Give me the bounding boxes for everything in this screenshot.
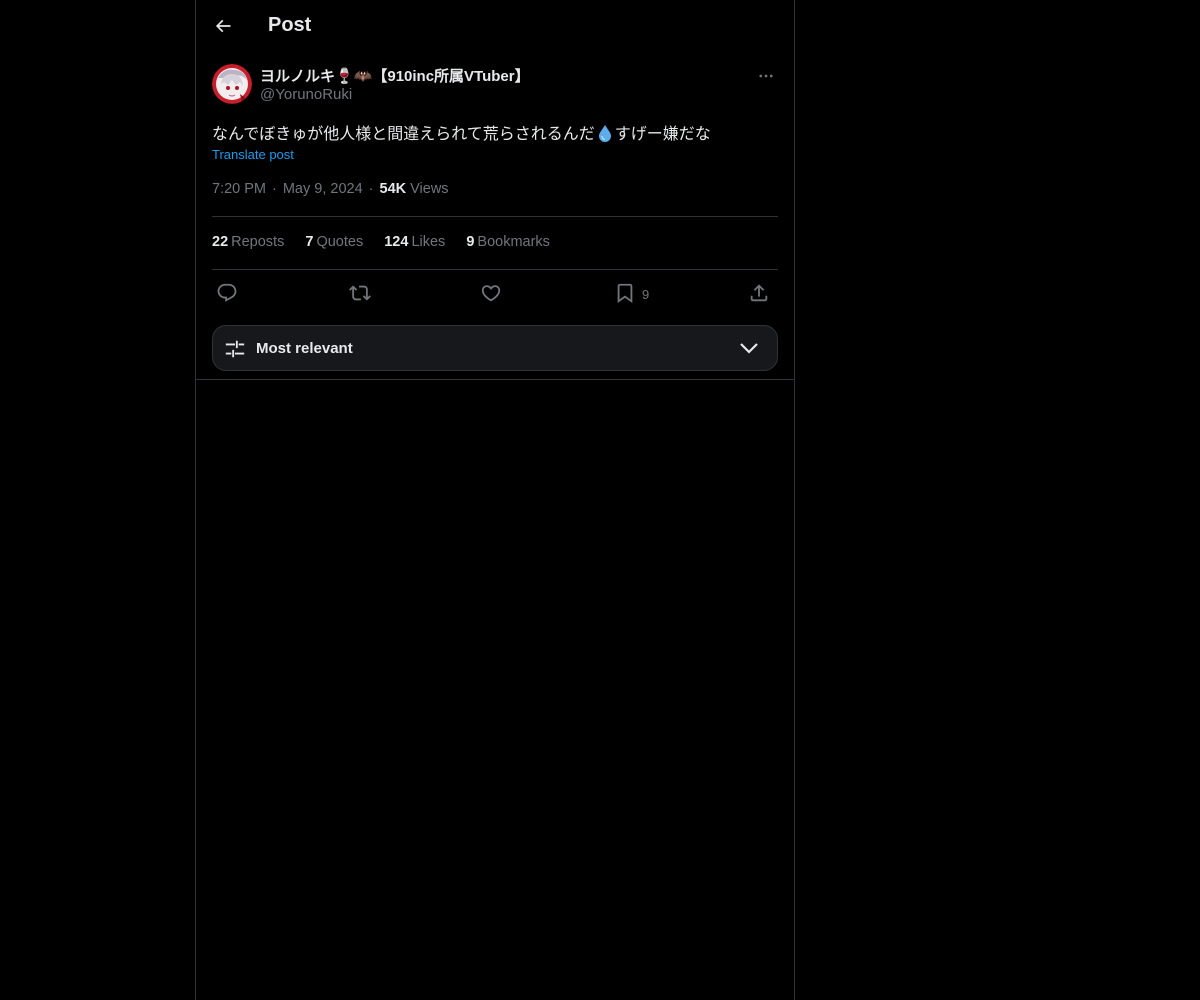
- droplet-icon: [598, 125, 611, 142]
- chevron-down-icon: [740, 343, 758, 354]
- reposts-stat[interactable]: 22 Reposts: [212, 234, 284, 250]
- page-title: Post: [268, 14, 312, 36]
- more-horizontal-icon: [759, 74, 773, 78]
- quotes-stat[interactable]: 7 Quotes: [305, 234, 363, 250]
- primary-column: Post ヨルノルキ🍷🦇【910inc所属VTuber】 @YorunoRuki: [195, 0, 795, 1000]
- like-button[interactable]: [480, 280, 502, 306]
- reply-button[interactable]: [216, 280, 238, 306]
- sort-label: Most relevant: [256, 340, 353, 357]
- post-author: ヨルノルキ🍷🦇【910inc所属VTuber】 @YorunoRuki: [212, 64, 778, 106]
- quotes-label: Quotes: [316, 234, 364, 250]
- separator-dot: ·: [272, 181, 277, 197]
- post-text-part: なんでぼきゅが他人様と間違えられて荒らされるんだ: [212, 126, 595, 143]
- separator-dot: ·: [368, 181, 374, 197]
- heart-icon: [481, 285, 501, 302]
- reply-icon: [217, 283, 237, 302]
- repost-icon: [349, 285, 371, 301]
- arrow-left-icon: [215, 19, 231, 33]
- post-time[interactable]: 7:20 PM: [212, 181, 266, 197]
- reposts-label: Reposts: [231, 234, 285, 250]
- bookmark-count: 9: [642, 287, 650, 302]
- divider: [196, 379, 794, 380]
- back-button[interactable]: [206, 9, 240, 43]
- repost-button[interactable]: [349, 280, 371, 306]
- author-display-name[interactable]: ヨルノルキ🍷🦇【910inc所属VTuber】: [260, 65, 530, 86]
- divider: [212, 269, 778, 270]
- bookmarks-label: Bookmarks: [477, 234, 550, 250]
- bookmarks-count: 9: [466, 234, 475, 250]
- bookmarks-stat[interactable]: 9 Bookmarks: [466, 234, 550, 250]
- post-metadata: 7:20 PM · May 9, 2024 · 54K Views: [212, 181, 449, 197]
- views-count: 54K: [379, 181, 407, 197]
- likes-label: Likes: [411, 234, 446, 250]
- bookmark-icon: [617, 283, 633, 304]
- reply-sort-dropdown[interactable]: Most relevant: [212, 325, 778, 371]
- author-handle[interactable]: @YorunoRuki: [260, 86, 352, 103]
- droplet-emoji: [597, 124, 613, 147]
- page-header: Post: [196, 0, 794, 53]
- sliders-icon: [225, 340, 245, 358]
- post-date[interactable]: May 9, 2024: [283, 181, 363, 197]
- avatar[interactable]: [212, 64, 252, 104]
- post-text-part: すげー嫌だな: [614, 126, 711, 143]
- share-button[interactable]: [748, 280, 770, 306]
- share-icon: [750, 284, 768, 302]
- engagement-stats: 22 Reposts 7 Quotes 124 Likes 9 Bookmarks: [212, 234, 567, 250]
- views-label: Views: [410, 181, 449, 197]
- quotes-count: 7: [305, 234, 314, 250]
- translate-post-link[interactable]: Translate post: [212, 147, 294, 162]
- post-actions-bar: 9: [212, 280, 778, 308]
- avatar-image: [212, 64, 252, 104]
- likes-count: 124: [384, 234, 409, 250]
- post-text: なんでぼきゅが他人様と間違えられて荒らされるんだ すげー嫌だな: [212, 120, 778, 147]
- reposts-count: 22: [212, 234, 229, 250]
- divider: [212, 216, 778, 217]
- likes-stat[interactable]: 124 Likes: [384, 234, 445, 250]
- more-options-button[interactable]: [754, 64, 778, 88]
- bookmark-button[interactable]: 9: [614, 280, 649, 306]
